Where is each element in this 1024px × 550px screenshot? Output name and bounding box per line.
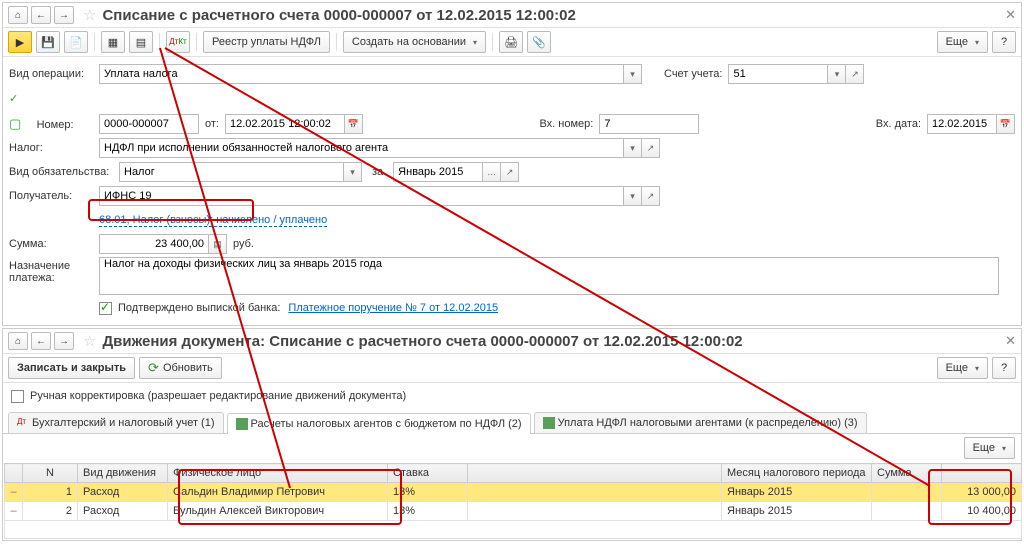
- recipient-label: Получатель:: [9, 190, 99, 202]
- date-input[interactable]: [225, 114, 345, 134]
- obligation-label: Вид обязательства:: [9, 166, 119, 178]
- register-icon: [236, 418, 248, 430]
- forward-icon[interactable]: →: [54, 6, 74, 24]
- tab-agents[interactable]: Расчеты налоговых агентов с бюджетом по …: [227, 413, 531, 434]
- table-row[interactable]: – 2 Расход Бульдин Алексей Викторович 13…: [5, 502, 1022, 521]
- more2-button[interactable]: Еще: [937, 357, 988, 379]
- save-close-button[interactable]: Записать и закрыть: [8, 357, 135, 379]
- from-label: от:: [205, 118, 219, 130]
- tax-open[interactable]: ↗: [642, 138, 660, 158]
- sum-label: Сумма:: [9, 238, 99, 250]
- tax-input[interactable]: [99, 138, 624, 158]
- conduct-icon[interactable]: ▶: [8, 31, 32, 53]
- col-sum2[interactable]: [942, 464, 1022, 483]
- sum-calc-icon[interactable]: ▤: [209, 234, 227, 254]
- obligation-dropdown[interactable]: ▾: [344, 162, 362, 182]
- acct-label: Счет учета:: [664, 68, 722, 80]
- favorite2-icon[interactable]: ☆: [83, 332, 96, 350]
- number-input[interactable]: [99, 114, 199, 134]
- more-button[interactable]: Еще: [937, 31, 988, 53]
- movements-table: N Вид движения Физическое лицо Ставка Ме…: [4, 463, 1022, 539]
- registry-button[interactable]: Реестр уплаты НДФЛ: [203, 31, 330, 53]
- tax-dropdown[interactable]: ▾: [624, 138, 642, 158]
- table-row[interactable]: – 1 Расход Сальдин Владимир Петрович 13%…: [5, 483, 1022, 502]
- status-icon: ✓: [9, 92, 99, 105]
- op-type-label: Вид операции:: [9, 68, 99, 80]
- obligation-input[interactable]: [119, 162, 344, 182]
- create-based-button[interactable]: Создать на основании: [343, 31, 486, 53]
- acct-open[interactable]: ↗: [846, 64, 864, 84]
- save-icon[interactable]: 💾: [36, 31, 60, 53]
- table2-icon[interactable]: ▤: [129, 31, 153, 53]
- back2-icon[interactable]: ←: [31, 332, 51, 350]
- dtkt-icon[interactable]: ДтКт: [166, 31, 190, 53]
- op-type-input[interactable]: [99, 64, 624, 84]
- sum-input[interactable]: [99, 234, 209, 254]
- dtkt2-icon: Дт: [17, 417, 29, 429]
- tax-detail-link[interactable]: 68.01, Налог (взносы): начислено / уплач…: [99, 214, 327, 227]
- favorite-icon[interactable]: ☆: [83, 6, 96, 24]
- in-number-label: Вх. номер:: [539, 118, 593, 130]
- confirmed-checkbox[interactable]: [99, 302, 112, 315]
- tab-distribution[interactable]: Уплата НДФЛ налоговыми агентами (к распр…: [534, 412, 867, 433]
- refresh-icon: ⟳: [148, 360, 159, 376]
- payment-order-link[interactable]: Платежное поручение № 7 от 12.02.2015: [288, 302, 498, 314]
- op-type-dropdown[interactable]: ▾: [624, 64, 642, 84]
- help2-icon[interactable]: ?: [992, 357, 1016, 379]
- col-move[interactable]: Вид движения: [78, 464, 168, 483]
- period-label: за: [372, 166, 383, 178]
- in-date-label: Вх. дата:: [876, 118, 921, 130]
- col-empty[interactable]: [468, 464, 722, 483]
- acct-input[interactable]: [728, 64, 828, 84]
- currency-label: руб.: [233, 238, 254, 250]
- manual-edit-checkbox[interactable]: [11, 390, 24, 403]
- clip-icon[interactable]: 📎: [527, 31, 551, 53]
- posted-icon: ▢: [9, 116, 21, 131]
- forward2-icon[interactable]: →: [54, 332, 74, 350]
- home2-icon[interactable]: ⌂: [8, 332, 28, 350]
- col-month[interactable]: Месяц налогового периода: [722, 464, 872, 483]
- period-open[interactable]: ↗: [501, 162, 519, 182]
- doc-icon[interactable]: 📄: [64, 31, 88, 53]
- recipient-input[interactable]: [99, 186, 624, 206]
- manual-edit-label: Ручная корректировка (разрешает редактир…: [30, 390, 406, 402]
- acct-dropdown[interactable]: ▾: [828, 64, 846, 84]
- col-row-icon[interactable]: [5, 464, 23, 483]
- close-icon[interactable]: ✕: [1005, 7, 1016, 23]
- window-title: Списание с расчетного счета 0000-000007 …: [102, 7, 575, 24]
- close2-icon[interactable]: ✕: [1005, 333, 1016, 349]
- register2-icon: [543, 417, 555, 429]
- back-icon[interactable]: ←: [31, 6, 51, 24]
- recipient-dropdown[interactable]: ▾: [624, 186, 642, 206]
- confirmed-label: Подтверждено выпиской банка:: [118, 302, 280, 314]
- tax-label: Налог:: [9, 142, 99, 154]
- refresh-button[interactable]: ⟳Обновить: [139, 357, 222, 379]
- purpose-input[interactable]: [99, 257, 999, 295]
- col-sum[interactable]: Сумма: [872, 464, 942, 483]
- date-picker-icon[interactable]: 📅: [345, 114, 363, 134]
- purpose-label: Назначение платежа:: [9, 257, 99, 284]
- col-n[interactable]: N: [23, 464, 78, 483]
- in-date-input[interactable]: [927, 114, 997, 134]
- more3-button[interactable]: Еще: [964, 437, 1015, 459]
- period-input[interactable]: [393, 162, 483, 182]
- print-icon[interactable]: 🖨: [499, 31, 523, 53]
- col-person[interactable]: Физическое лицо: [168, 464, 388, 483]
- period-select[interactable]: …: [483, 162, 501, 182]
- col-rate[interactable]: Ставка: [388, 464, 468, 483]
- window2-title: Движения документа: Списание с расчетног…: [102, 333, 742, 350]
- tab-accounting[interactable]: ДтБухгалтерский и налоговый учет (1): [8, 412, 224, 433]
- home-icon[interactable]: ⌂: [8, 6, 28, 24]
- table-icon[interactable]: ▦: [101, 31, 125, 53]
- in-number-input[interactable]: [599, 114, 699, 134]
- help-icon[interactable]: ?: [992, 31, 1016, 53]
- recipient-open[interactable]: ↗: [642, 186, 660, 206]
- in-date-picker-icon[interactable]: 📅: [997, 114, 1015, 134]
